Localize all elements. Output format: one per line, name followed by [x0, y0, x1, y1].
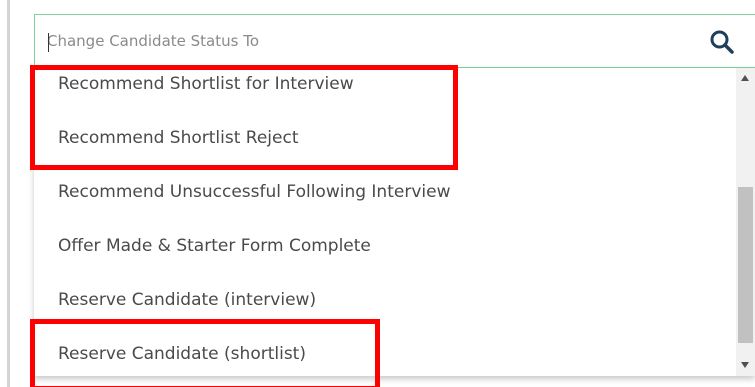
option-offer-made-starter-form-complete[interactable]: Offer Made & Starter Form Complete: [34, 219, 734, 273]
dropdown-scrollbar[interactable]: [736, 68, 755, 376]
status-change-panel: Recommend Shortlist for Interview Recomm…: [0, 0, 755, 387]
highlight-box-top: [30, 65, 458, 170]
text-caret: [48, 33, 49, 52]
option-recommend-unsuccessful-following-interview[interactable]: Recommend Unsuccessful Following Intervi…: [34, 165, 734, 219]
scroll-up-arrow-icon[interactable]: [741, 75, 749, 81]
highlight-box-bottom: [30, 319, 380, 387]
scroll-down-arrow-icon[interactable]: [741, 362, 749, 368]
scrollbar-thumb[interactable]: [738, 187, 753, 343]
status-search-input[interactable]: [47, 15, 687, 67]
status-search-box[interactable]: [34, 14, 755, 68]
panel-left-border: [7, 0, 10, 387]
search-icon[interactable]: [709, 29, 735, 55]
